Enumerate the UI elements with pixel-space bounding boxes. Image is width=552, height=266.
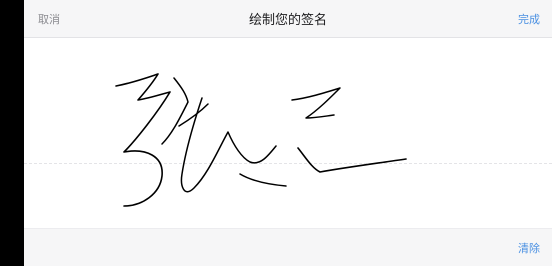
page-title: 绘制您的签名 (248, 13, 327, 28)
signature-stroke (291, 87, 341, 119)
signature-stroke (239, 173, 287, 187)
header-bar: 取消 绘制您的签名 完成 (24, 0, 552, 38)
footer-bar: 清除 (24, 228, 552, 266)
signature-drawing (115, 73, 407, 207)
signature-canvas[interactable] (24, 38, 552, 228)
signature-panel: 取消 绘制您的签名 完成 清除 (24, 0, 552, 266)
done-button[interactable]: 完成 (518, 11, 540, 27)
cancel-button[interactable]: 取消 (38, 11, 60, 27)
signature-stroke (115, 73, 171, 207)
signature-stroke (161, 77, 209, 145)
signature-stroke (297, 147, 407, 173)
clear-button[interactable]: 清除 (518, 240, 540, 256)
signature-stroke (180, 97, 277, 193)
